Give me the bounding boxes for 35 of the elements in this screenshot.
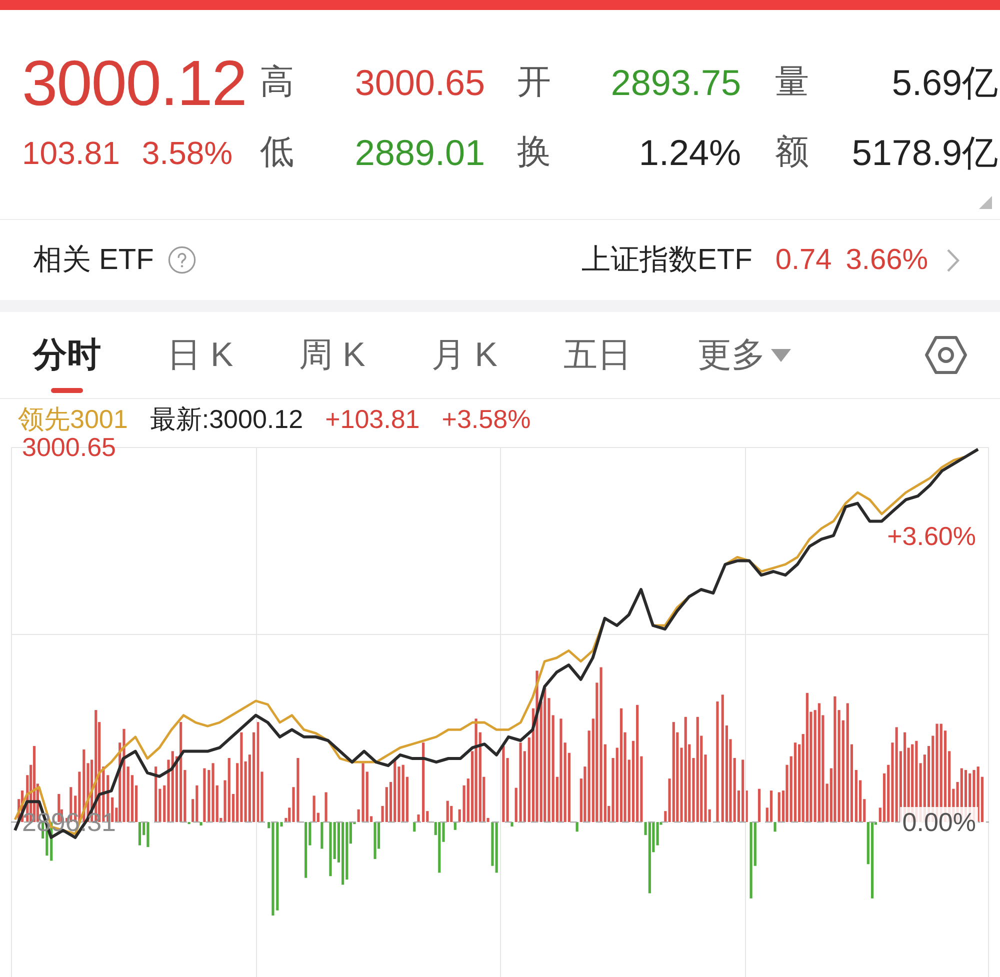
change-value: 103.81 — [22, 137, 120, 169]
chart-tab[interactable]: 周 K — [299, 312, 366, 398]
price-value: 3000.12 — [22, 51, 248, 115]
stat-label: 量 — [774, 64, 810, 102]
chevron-right-icon[interactable] — [946, 248, 960, 272]
stat-value: 5.69亿 — [892, 63, 998, 103]
legend-label: +103.81 — [325, 406, 420, 432]
stat-label: 额 — [774, 134, 810, 172]
legend-label: 领先3001 — [18, 406, 128, 432]
chart-tab[interactable]: 月 K — [431, 312, 498, 398]
help-icon[interactable] — [168, 246, 196, 274]
etf-name[interactable]: 上证指数ETF — [582, 240, 752, 280]
chart-tab[interactable]: 五日 — [563, 312, 632, 398]
change-percent: 3.58% — [142, 137, 233, 169]
etf-price: 0.74 — [775, 244, 832, 276]
caret-icon — [771, 348, 792, 362]
stat-value: 2893.75 — [610, 63, 741, 103]
stat-value: 2889.01 — [354, 133, 485, 173]
stat-value: 3000.65 — [354, 63, 485, 103]
stat-label: 低 — [260, 134, 295, 172]
stat-label: 换 — [516, 134, 552, 172]
chart-tab[interactable]: 分时 — [33, 312, 101, 398]
axis-label: 3000.65 — [22, 432, 116, 462]
corner-triangle-icon[interactable] — [979, 196, 992, 209]
stat-value: 5178.9亿 — [852, 133, 998, 173]
stat-value: 1.24% — [638, 133, 741, 173]
legend-label: 最新:3000.12 — [150, 406, 304, 432]
stat-label: 高 — [260, 64, 295, 102]
section-label: 相关 ETF — [33, 243, 154, 278]
chart-tab[interactable]: 日 K — [167, 312, 234, 398]
stat-label: 开 — [516, 64, 552, 102]
settings-icon[interactable] — [924, 333, 968, 377]
legend-label: +3.58% — [442, 406, 531, 432]
etf-change-percent: 3.66% — [846, 244, 928, 276]
more-dropdown[interactable]: 更多 — [697, 312, 792, 398]
